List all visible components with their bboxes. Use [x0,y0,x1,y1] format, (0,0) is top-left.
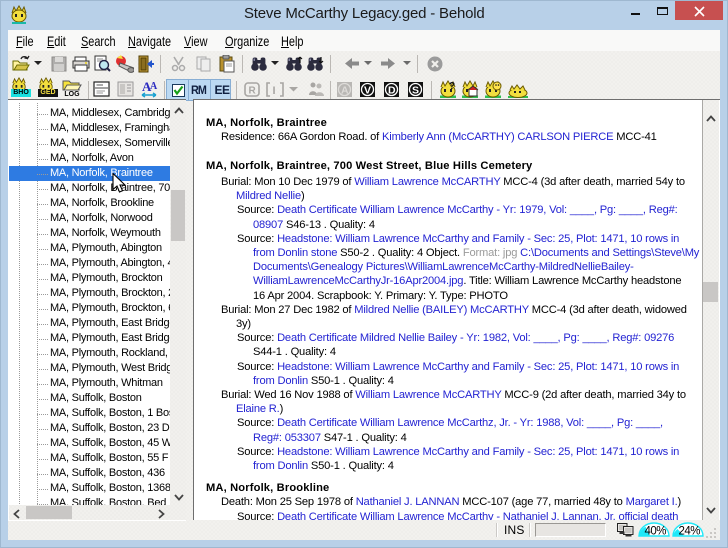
svg-text:24%: 24% [679,526,701,538]
svg-text:V: V [364,85,371,97]
svg-text:R: R [249,86,257,97]
svg-text:I: I [273,85,276,97]
svg-text:A: A [150,81,158,92]
svg-text:D: D [388,85,396,97]
svg-text:40%: 40% [645,526,667,538]
svg-text:?: ? [449,81,455,92]
svg-text:S: S [412,85,419,97]
svg-text:A: A [341,85,349,97]
